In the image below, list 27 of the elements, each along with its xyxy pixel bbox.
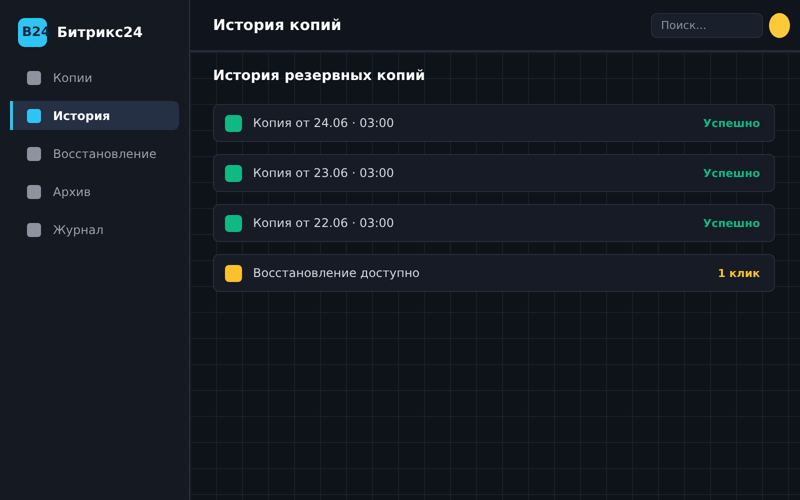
status-label: 1 клик — [718, 266, 760, 280]
square-icon — [27, 184, 41, 198]
square-icon — [27, 222, 41, 236]
row-label: Копия от 24.06 · 03:00 — [253, 116, 396, 130]
status-label: Успешно — [703, 166, 760, 180]
status-label: Успешно — [703, 216, 760, 230]
section-title: История резервных копий — [213, 68, 426, 84]
square-icon — [27, 108, 41, 122]
sidebar-item[interactable]: Копии — [10, 63, 179, 92]
sidebar-item[interactable]: Восстановление — [10, 139, 179, 168]
history-row[interactable]: Копия от 23.06 · 03:00 Успешно — [213, 154, 775, 192]
sidebar-item[interactable]: Архив — [10, 177, 179, 206]
history-row[interactable]: Копия от 24.06 · 03:00 Успешно — [213, 104, 775, 142]
square-icon — [27, 146, 41, 160]
history-row[interactable]: Копия от 22.06 · 03:00 Успешно — [213, 204, 775, 242]
row-label: Копия от 23.06 · 03:00 — [253, 166, 396, 180]
sidebar-item[interactable]: История — [10, 101, 179, 130]
sidebar-item[interactable]: Журнал — [10, 215, 179, 244]
page-title: История копий — [213, 16, 342, 34]
row-label: Копия от 22.06 · 03:00 — [253, 216, 396, 230]
row-label: Восстановление доступно — [253, 266, 421, 280]
app-name: Битрикс24 — [57, 24, 143, 40]
status-label: Успешно — [703, 116, 760, 130]
avatar[interactable] — [769, 12, 790, 38]
square-icon — [27, 70, 41, 84]
history-row[interactable]: Восстановление доступно 1 клик — [213, 254, 775, 292]
search-field[interactable]: Поиск... — [651, 12, 763, 38]
